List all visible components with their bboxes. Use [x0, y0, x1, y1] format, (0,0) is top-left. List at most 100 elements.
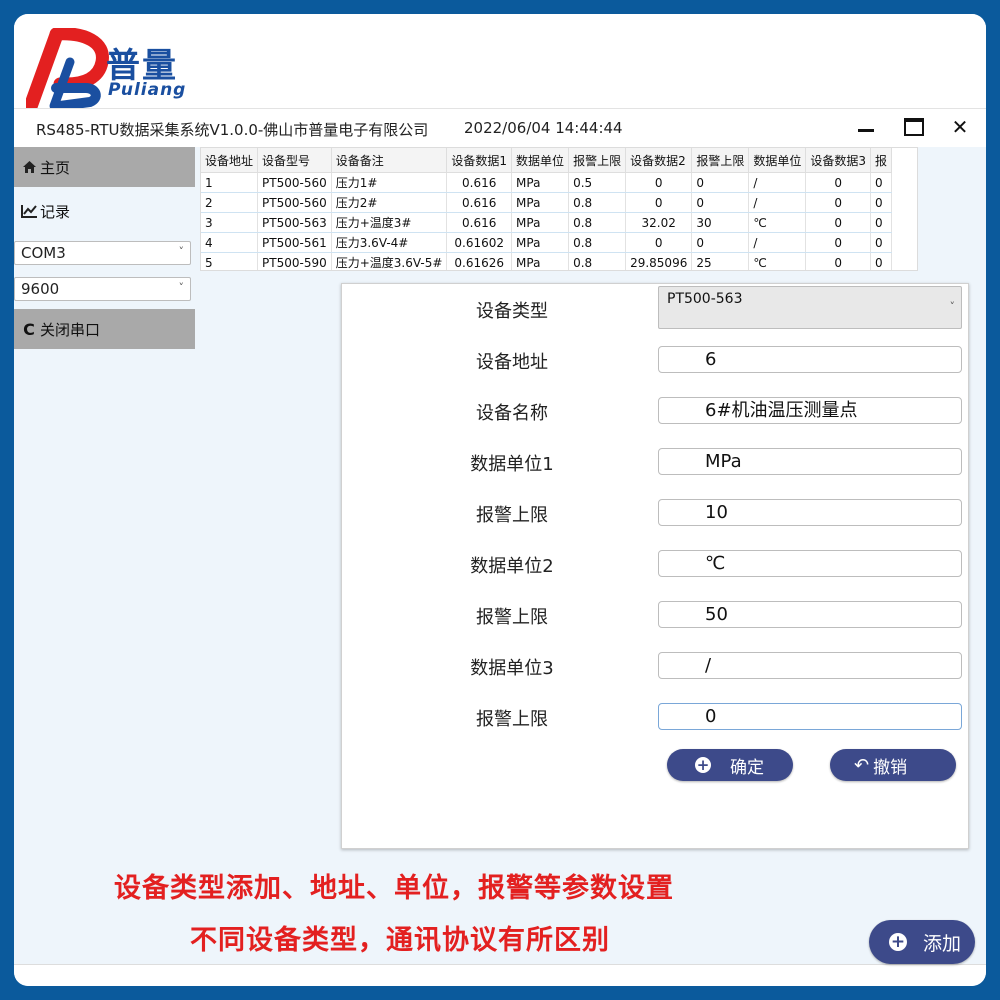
table-cell: 0	[691, 172, 750, 193]
cancel-label: 撤销	[873, 757, 908, 778]
table-cell: PT500-560	[257, 172, 332, 193]
cancel-button[interactable]: ↶ 撤销	[830, 749, 956, 781]
field-label: 数据单位1	[470, 454, 554, 475]
table-header-cell[interactable]: 数据单位	[748, 148, 807, 173]
table-cell: 0	[805, 212, 872, 233]
table-cell: 压力2#	[331, 192, 448, 213]
field-label: 报警上限	[476, 505, 548, 526]
confirm-label: 确定	[730, 757, 764, 778]
table-row[interactable]: 1 PT500-560 压力1# 0.616 MPa 0.5 0 0/0 0	[201, 172, 893, 193]
table-cell: 0	[805, 252, 872, 270]
table-cell: /	[748, 232, 807, 253]
alarm-limit1-input[interactable]: 10	[658, 499, 962, 526]
table-header-cell[interactable]: 报警上限	[691, 148, 750, 173]
sidebar-item-label: 主页	[40, 158, 71, 177]
confirm-button[interactable]: + 确定	[667, 749, 793, 781]
table-cell: 1	[201, 172, 259, 193]
sidebar-item-label: 记录	[40, 202, 71, 221]
plus-circle-icon: +	[695, 756, 711, 774]
clock-datetime: 2022/06/04 14:44:44	[464, 119, 623, 137]
data-unit1-input[interactable]: MPa	[658, 448, 962, 475]
maximize-button[interactable]	[898, 113, 930, 141]
table-cell: PT500-590	[257, 252, 332, 270]
table-cell: 0	[870, 252, 893, 270]
close-icon: ✕	[951, 115, 969, 139]
add-button[interactable]: + 添加	[869, 920, 975, 964]
device-address-input[interactable]: 6	[658, 346, 962, 373]
close-port-label: 关闭串口	[40, 320, 101, 339]
sidebar-item-record[interactable]: 记录	[14, 191, 195, 231]
minimize-button[interactable]	[850, 113, 882, 141]
table-cell: 0	[691, 232, 750, 253]
table-cell: 0	[691, 192, 750, 213]
table-cell: 0	[870, 232, 893, 253]
table-cell: /	[748, 192, 807, 213]
table-cell: MPa	[511, 212, 570, 233]
table-cell: 0.8	[568, 232, 627, 253]
table-cell: 0.8	[568, 192, 627, 213]
table-cell: 0	[870, 192, 893, 213]
close-button[interactable]: ✕	[944, 113, 976, 141]
table-cell: 压力+温度3#	[331, 212, 448, 233]
data-unit3-input[interactable]: /	[658, 652, 962, 679]
table-cell: 0	[625, 172, 693, 193]
app-window: 普量 Puliang RS485-RTU数据采集系统V1.0.0-佛山市普量电子…	[14, 14, 986, 986]
table-header-cell[interactable]: 设备数据2	[625, 148, 693, 173]
table-header-cell[interactable]: 设备数据1	[446, 148, 513, 173]
table-cell: 0.616	[446, 212, 513, 233]
close-port-button[interactable]: C 关闭串口	[14, 309, 195, 349]
table-cell: /	[748, 172, 807, 193]
device-data-table: 设备地址 设备型号 设备备注 设备数据1 数据单位 报警上限 设备数据2 报警上限 数据单位 设备…	[200, 147, 918, 271]
maximize-icon	[904, 118, 924, 136]
device-type-label: 设备类型	[476, 301, 548, 322]
table-cell: 0	[805, 172, 872, 193]
table-header-cell[interactable]: 设备型号	[257, 148, 332, 173]
table-cell: MPa	[511, 172, 570, 193]
table-header-cell[interactable]: 设备备注	[331, 148, 448, 173]
plus-circle-icon: +	[889, 932, 907, 952]
table-cell: 0	[870, 172, 893, 193]
data-unit2-input[interactable]: ℃	[658, 550, 962, 577]
table-header-row: 设备地址 设备型号 设备备注 设备数据1 数据单位 报警上限 设备数据2 报警上限 数据单位 设备…	[201, 148, 893, 173]
puliang-logo-icon	[26, 28, 109, 114]
table-cell: 0.616	[446, 172, 513, 193]
table-cell: 30	[691, 212, 750, 233]
record-strip	[14, 964, 986, 986]
sidebar: 主页 记录 COM3 ˅ 9600 ˅ C 关闭串口	[14, 147, 195, 367]
table-cell: 0	[625, 192, 693, 213]
field-label: 设备名称	[476, 403, 548, 424]
table-cell: PT500-561	[257, 232, 332, 253]
table-row[interactable]: 3 PT500-563 压力+温度3# 0.616 MPa 0.8 32.02 30 ℃ 0 0	[201, 212, 893, 233]
chevron-down-icon: ˅	[178, 245, 185, 258]
table-header-cell[interactable]: 设备数据3	[805, 148, 872, 173]
table-header-cell[interactable]: 数据单位	[511, 148, 570, 173]
alarm-limit2-input[interactable]: 50	[658, 601, 962, 628]
device-type-select[interactable]: PT500-563 ˅	[658, 286, 962, 329]
table-cell: 4	[201, 232, 259, 253]
port-select[interactable]: COM3 ˅	[14, 241, 191, 265]
table-header-cell[interactable]: 报警上限	[568, 148, 627, 173]
refresh-icon: C	[23, 319, 35, 339]
baud-select[interactable]: 9600 ˅	[14, 277, 191, 301]
data-table: 设备地址 设备型号 设备备注 设备数据1 数据单位 报警上限 设备数据2 报警上限 数据单位 设备…	[201, 148, 893, 270]
table-row[interactable]: 4 PT500-561 压力3.6V-4# 0.61602 MPa 0.8 0 0/0 0	[201, 232, 893, 253]
table-cell: MPa	[511, 232, 570, 253]
table-header-cell[interactable]: 报	[870, 148, 893, 173]
table-row[interactable]: 2 PT500-560 压力2# 0.616 MPa 0.8 0 0/0 0	[201, 192, 893, 213]
table-cell: 0	[805, 192, 872, 213]
table-cell: 压力+温度3.6V-5#	[331, 252, 448, 270]
table-cell: 3	[201, 212, 259, 233]
alarm-limit3-input[interactable]: 0	[658, 703, 962, 730]
table-header-cell[interactable]: 设备地址	[201, 148, 259, 173]
table-cell: 0.8	[568, 212, 627, 233]
table-cell: 5	[201, 252, 259, 270]
title-bar: RS485-RTU数据采集系统V1.0.0-佛山市普量电子有限公司 2022/0…	[14, 108, 986, 147]
table-cell: 0.616	[446, 192, 513, 213]
table-cell: 29.85096	[625, 252, 693, 270]
table-cell: 32.02	[625, 212, 693, 233]
device-name-input[interactable]: 6#机油温压测量点	[658, 397, 962, 424]
table-row[interactable]: 5 PT500-590 压力+温度3.6V-5# 0.61626 MPa 0.8 29.85…	[201, 252, 893, 270]
add-label: 添加	[923, 932, 962, 955]
sidebar-item-home[interactable]: 主页	[14, 147, 195, 187]
table-cell: 0.61602	[446, 232, 513, 253]
